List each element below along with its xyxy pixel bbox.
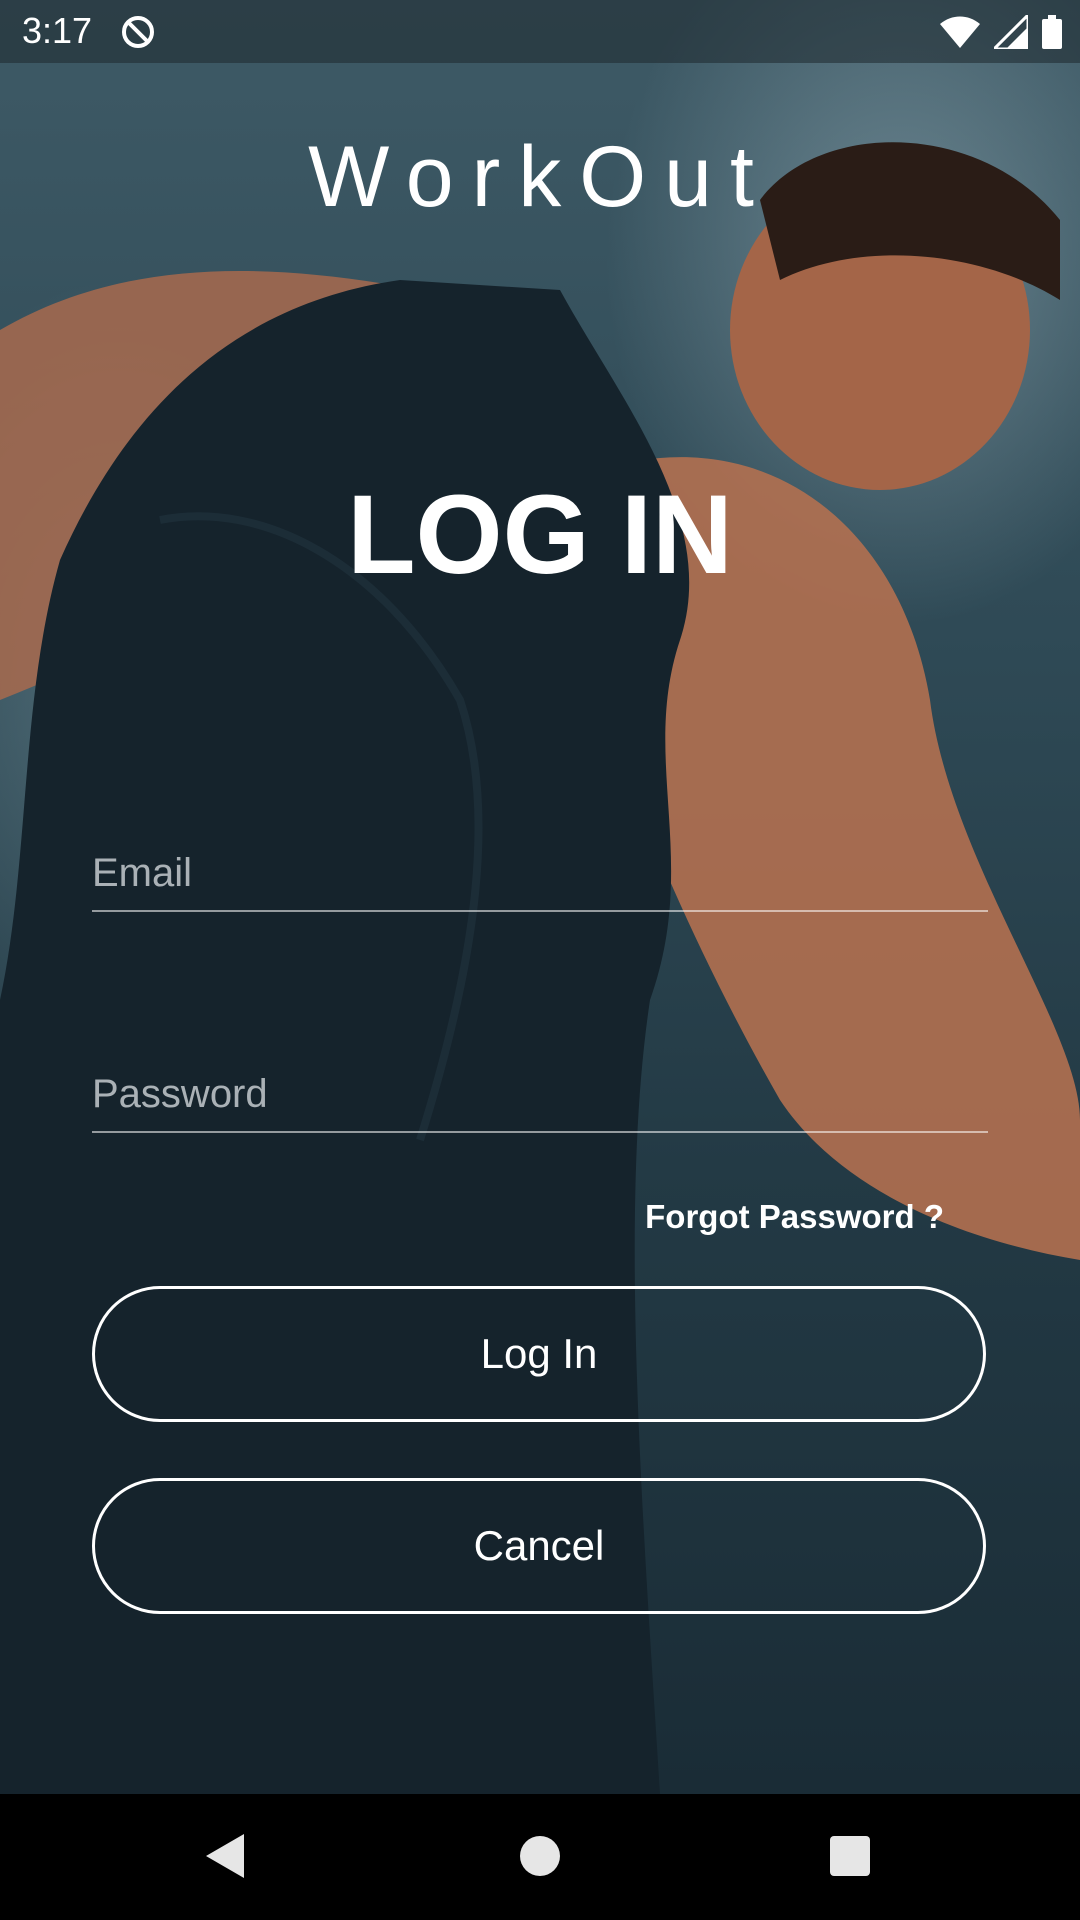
email-field[interactable] [92,820,988,912]
page-heading: LOG IN [347,472,733,597]
circle-slash-icon [122,16,154,48]
cancel-button[interactable]: Cancel [92,1478,986,1614]
login-button[interactable]: Log In [92,1286,986,1422]
wifi-icon [940,16,980,48]
email-input[interactable] [92,851,988,896]
password-input[interactable] [92,1072,988,1117]
battery-icon [1042,15,1062,49]
status-bar: 3:17 [0,0,1080,63]
status-icons [940,14,1062,50]
forgot-password-link[interactable]: Forgot Password ? [645,1198,944,1236]
password-field[interactable] [92,1041,988,1133]
recents-square-icon[interactable] [820,1826,880,1886]
home-circle-icon[interactable] [510,1826,570,1886]
back-triangle-icon[interactable] [196,1826,256,1886]
app-title: WorkOut [308,129,772,225]
login-screen: 3:17 WorkOut LOG IN Forgot Password ? Lo [0,0,1080,1920]
signal-icon [994,15,1028,49]
navigation-bar [0,1794,1080,1920]
status-time: 3:17 [22,10,93,51]
